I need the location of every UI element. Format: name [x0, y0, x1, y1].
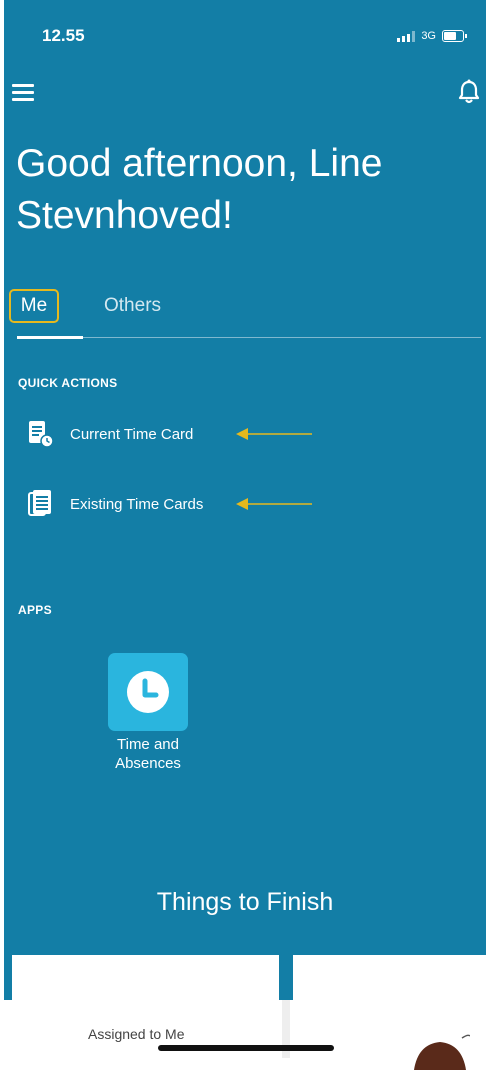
- hamburger-menu-icon[interactable]: [12, 82, 36, 102]
- things-to-finish-heading: Things to Finish: [156, 888, 334, 916]
- app-screen: 12.55 3G Good afternoon, Line Stevnhoved…: [4, 0, 486, 1000]
- assigned-to-me-label: Assigned to Me: [88, 1026, 185, 1042]
- document-list-icon: [28, 490, 51, 516]
- existing-time-cards-label: Existing Time Cards: [70, 495, 204, 513]
- status-time: 12.55: [42, 26, 85, 45]
- current-time-card-label: Current Time Card: [70, 425, 194, 443]
- current-time-card-action[interactable]: Current Time Card: [26, 419, 193, 449]
- bell-icon[interactable]: [456, 78, 482, 106]
- greeting-heading: Good afternoon, Line Stevnhoved!: [16, 142, 383, 237]
- network-type: 3G: [421, 30, 436, 42]
- status-indicators: 3G: [397, 30, 467, 42]
- annotation-arrow: [236, 498, 312, 510]
- avatar: [414, 1034, 470, 1070]
- time-and-absences-label: Time and Absences: [115, 736, 181, 772]
- tab-me[interactable]: Me: [9, 289, 59, 323]
- tab-others[interactable]: Others: [104, 295, 161, 317]
- assigned-to-me-card[interactable]: [12, 955, 279, 1058]
- annotation-arrow: [236, 428, 312, 440]
- time-and-absences-app[interactable]: Time and Absences: [108, 653, 188, 773]
- home-indicator: [158, 1045, 334, 1051]
- quick-actions-heading: QUICK ACTIONS: [18, 376, 118, 390]
- existing-time-cards-action[interactable]: Existing Time Cards: [26, 489, 203, 519]
- tab-underline: [17, 337, 481, 338]
- battery-icon: [442, 30, 467, 42]
- apps-heading: APPS: [18, 603, 52, 617]
- time-card-clock-icon: [29, 421, 54, 448]
- tab-active-indicator: [17, 336, 83, 339]
- tab-me-label: Me: [20, 295, 48, 316]
- signal-icon: [397, 30, 416, 42]
- status-bar: 12.55 3G: [4, 0, 486, 60]
- clock-icon: [127, 671, 169, 713]
- app-tile-background: [108, 653, 188, 731]
